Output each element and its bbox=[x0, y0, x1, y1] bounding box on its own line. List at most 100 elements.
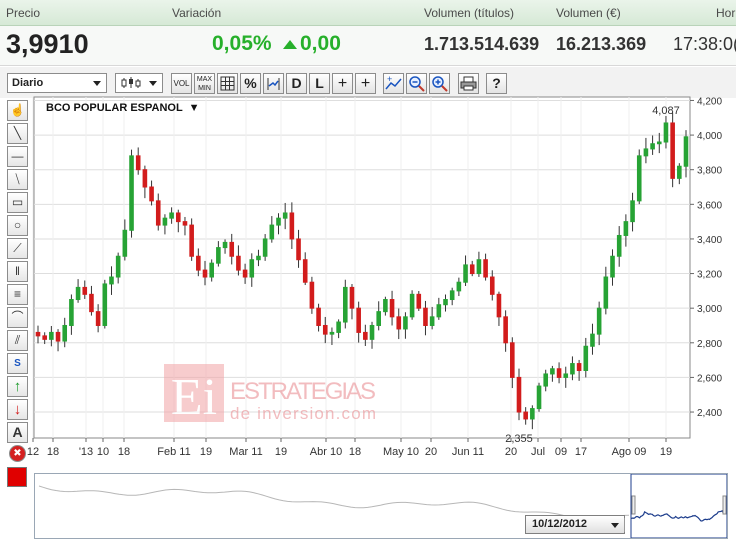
candle-body bbox=[222, 241, 228, 249]
candle-body bbox=[369, 324, 375, 340]
candle-body bbox=[523, 411, 528, 420]
candle-body bbox=[403, 316, 408, 330]
candle-body bbox=[356, 307, 361, 333]
candle-body bbox=[683, 136, 689, 167]
candle-body bbox=[162, 217, 168, 226]
candle-body bbox=[276, 217, 281, 226]
candle-body bbox=[49, 331, 54, 340]
candle-body bbox=[296, 238, 301, 261]
candle-body bbox=[202, 269, 208, 278]
candle-body bbox=[256, 255, 261, 261]
candle-body bbox=[155, 200, 161, 226]
candle-body bbox=[530, 408, 535, 420]
candle-body bbox=[396, 316, 402, 330]
x-tick-label: May 10 bbox=[383, 446, 419, 458]
candle-body bbox=[489, 276, 495, 295]
y-tick-label: 2,800 bbox=[697, 339, 722, 350]
y-tick-label: 3,400 bbox=[697, 235, 722, 246]
candle-body bbox=[423, 307, 428, 326]
candle-body bbox=[216, 247, 221, 264]
candle-body bbox=[563, 373, 569, 378]
candle-body bbox=[182, 221, 188, 226]
candle-body bbox=[383, 299, 388, 313]
watermark-line1: ESTRATEGIAS bbox=[230, 378, 376, 405]
candle-body bbox=[122, 229, 128, 257]
candle-body bbox=[349, 286, 355, 309]
candle-body bbox=[630, 200, 635, 223]
candle-body bbox=[229, 241, 235, 257]
candle-body bbox=[496, 293, 502, 318]
candle-body bbox=[656, 141, 662, 145]
candle-body bbox=[82, 286, 88, 295]
candle-body bbox=[249, 259, 255, 278]
candle-body bbox=[449, 290, 455, 301]
x-tick-label: 18 bbox=[47, 446, 59, 458]
candle-body bbox=[269, 224, 275, 240]
candle-body bbox=[282, 212, 288, 219]
candle-body bbox=[483, 259, 488, 278]
candle-body bbox=[102, 283, 108, 326]
candle-body bbox=[429, 316, 435, 326]
price-chart: 4,200 4,000 3,800 3,600 3,400 3,200 3,000 2,800… bbox=[27, 96, 723, 458]
candle-body bbox=[89, 293, 94, 313]
x-tick-label: Jun 11 bbox=[452, 446, 484, 458]
candle-body bbox=[69, 299, 74, 326]
x-tick-label: 20 bbox=[505, 446, 517, 458]
candle-body bbox=[142, 169, 148, 188]
candle-body bbox=[149, 186, 154, 202]
candle-body bbox=[196, 255, 201, 271]
y-tick-label: 2,400 bbox=[697, 408, 722, 419]
x-tick-label: Ago 09 bbox=[612, 446, 647, 458]
x-tick-label: 18 bbox=[118, 446, 130, 458]
y-tick-label: 3,200 bbox=[697, 270, 722, 281]
min-annotation: 2,355 bbox=[505, 433, 533, 445]
candle-body bbox=[677, 165, 682, 179]
candle-body bbox=[596, 307, 602, 335]
candle-body bbox=[109, 276, 114, 285]
y-tick-label: 3,000 bbox=[697, 304, 722, 315]
candle-body bbox=[329, 331, 335, 335]
candle-body bbox=[309, 281, 315, 309]
candle-body bbox=[35, 331, 41, 337]
navigator-date: 10/12/2012 bbox=[532, 518, 588, 530]
candle-body bbox=[55, 331, 61, 342]
navigator-date-select[interactable]: 10/12/2012 bbox=[525, 515, 625, 534]
candle-body bbox=[670, 122, 675, 179]
chart-title[interactable]: BCO POPULAR ESPANOL ▼ bbox=[46, 102, 200, 114]
candle-body bbox=[342, 286, 348, 323]
candle-body bbox=[62, 324, 68, 342]
x-tick-label: Jul bbox=[531, 446, 545, 458]
candle-body bbox=[189, 224, 194, 257]
candle-body bbox=[556, 368, 562, 378]
x-tick-label: 09 bbox=[555, 446, 567, 458]
candle-body bbox=[643, 148, 649, 157]
y-tick-label: 3,600 bbox=[697, 200, 722, 211]
x-tick-label: Feb 11 bbox=[157, 446, 190, 458]
app-window: Precio Variación Volumen (títulos) Volum… bbox=[0, 0, 736, 541]
candle-body bbox=[543, 373, 549, 387]
candle-body bbox=[516, 376, 522, 413]
candle-body bbox=[476, 259, 482, 275]
candle-body bbox=[503, 316, 508, 344]
x-tick-label: 19 bbox=[275, 446, 287, 458]
candle-body bbox=[663, 122, 669, 143]
color-picker-swatch[interactable] bbox=[7, 467, 27, 487]
candle-body bbox=[536, 385, 542, 410]
candle-body bbox=[443, 299, 448, 306]
y-tick-label: 2,600 bbox=[697, 373, 722, 384]
candle-body bbox=[463, 264, 468, 283]
navigator-right-handle bbox=[722, 495, 727, 515]
navigator-left-handle bbox=[631, 495, 636, 515]
candle-body bbox=[610, 255, 615, 278]
candle-body bbox=[510, 342, 515, 378]
candle-body bbox=[135, 155, 141, 171]
candle-body bbox=[416, 293, 422, 309]
candle-body bbox=[95, 311, 101, 326]
candle-body bbox=[389, 299, 395, 318]
candle-body bbox=[175, 212, 181, 223]
chevron-down-icon bbox=[611, 523, 619, 528]
candle-body bbox=[576, 363, 582, 371]
x-tick-label: Mar 11 bbox=[229, 446, 262, 458]
candle-body bbox=[616, 234, 622, 257]
candle-body bbox=[603, 276, 609, 309]
